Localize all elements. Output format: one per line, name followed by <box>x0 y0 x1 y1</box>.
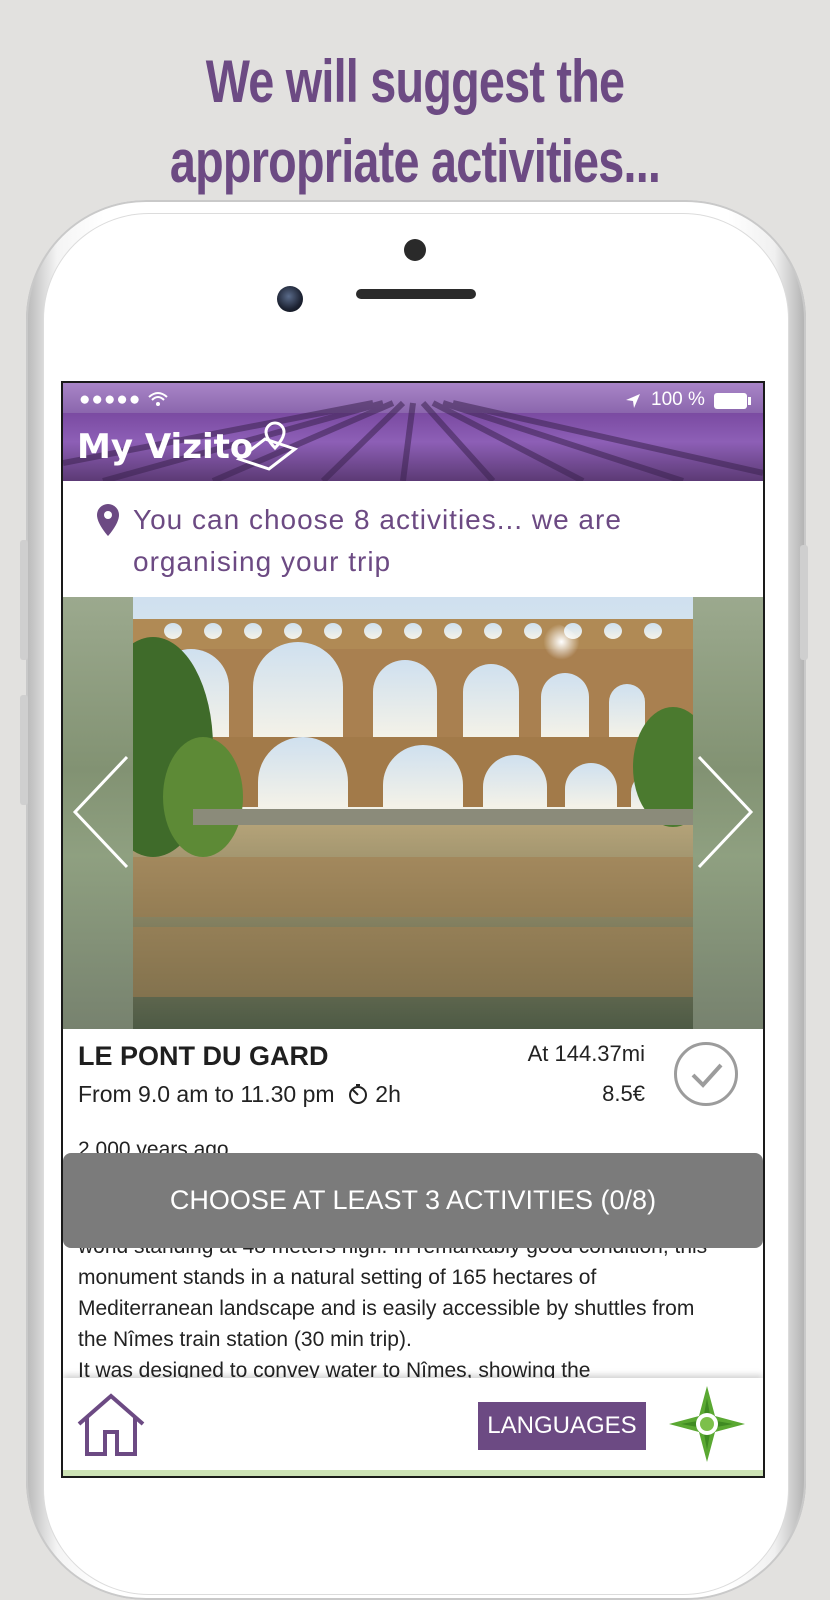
activity-hours: From 9.0 am to 11.30 pm 2h <box>78 1081 401 1108</box>
activity-duration: 2h <box>375 1081 401 1107</box>
intro-message: You can choose 8 activities... we are or… <box>63 481 763 597</box>
headline-line-2: appropriate activities... <box>169 128 661 195</box>
phone-volume-button <box>20 695 28 805</box>
intro-text: You can choose 8 activities... we are or… <box>133 504 622 577</box>
compass-icon[interactable] <box>667 1384 747 1464</box>
checkmark-icon <box>691 1063 723 1088</box>
battery-icon <box>714 393 751 409</box>
app-screen: ●●●●● 100 % My Vizito You can choose 8 a… <box>61 381 765 1478</box>
choose-activities-button[interactable]: CHOOSE AT LEAST 3 ACTIVITIES (0/8) <box>63 1153 763 1248</box>
location-pin-icon <box>97 504 119 536</box>
wifi-icon <box>148 392 168 406</box>
battery-percent: 100 % <box>651 389 705 410</box>
description-line: Mediterranean landscape and is easily ac… <box>78 1297 695 1320</box>
bottom-strip <box>63 1470 763 1476</box>
next-arrow-icon[interactable] <box>689 752 759 872</box>
headline-line-1: We will suggest the <box>205 48 625 115</box>
activity-title: LE PONT DU GARD <box>78 1041 329 1071</box>
select-activity-checkbox[interactable] <box>674 1042 738 1106</box>
status-bar: ●●●●● 100 % <box>63 389 763 413</box>
front-sensor <box>404 239 426 261</box>
phone-power-button <box>800 545 808 660</box>
earpiece-speaker <box>356 289 476 299</box>
map-pin-logo-icon <box>235 421 299 471</box>
previous-arrow-icon[interactable] <box>67 752 137 872</box>
bottom-navigation: LANGUAGES <box>63 1378 763 1476</box>
app-logo-text: My Vizito <box>77 427 254 467</box>
front-camera <box>277 286 303 312</box>
description-line: monument stands in a natural setting of … <box>78 1266 597 1289</box>
timer-icon <box>348 1084 367 1104</box>
opening-hours: From 9.0 am to 11.30 pm <box>78 1081 335 1107</box>
signal-strength-icon: ●●●●● <box>79 389 142 410</box>
home-icon[interactable] <box>75 1392 147 1458</box>
activity-description: world standing at 48 meters high. In rem… <box>78 1231 758 1386</box>
activity-carousel[interactable] <box>63 597 763 1029</box>
activity-price: 8.5€ <box>602 1081 645 1106</box>
activity-distance: At 144.37mi <box>527 1041 645 1066</box>
app-logo: My Vizito <box>77 421 299 471</box>
header-banner: ●●●●● 100 % My Vizito <box>63 383 763 481</box>
marketing-headline: We will suggest the appropriate activiti… <box>91 42 738 202</box>
description-line: the Nîmes train station (30 min trip). <box>78 1328 412 1351</box>
phone-volume-button <box>20 540 28 660</box>
location-arrow-icon <box>626 394 640 408</box>
languages-button[interactable]: LANGUAGES <box>478 1402 646 1450</box>
activity-photo-pont-du-gard <box>133 597 693 1029</box>
